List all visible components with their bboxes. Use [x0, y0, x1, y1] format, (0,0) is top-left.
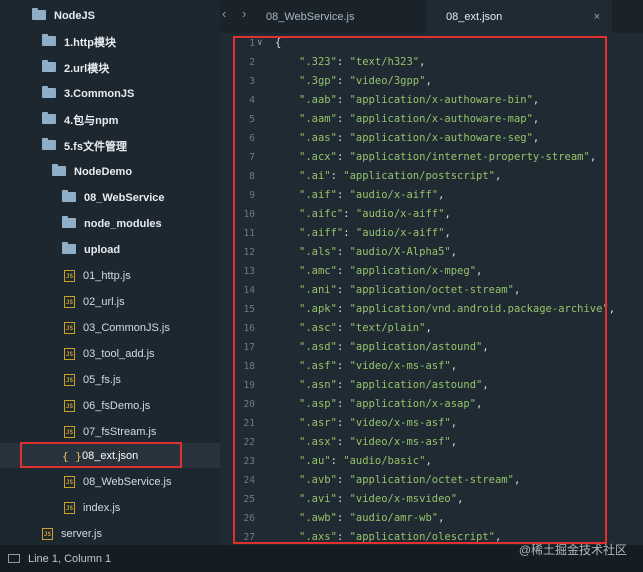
js-file-icon: JS — [64, 296, 75, 308]
watermark: @稀土掘金技术社区 — [518, 543, 627, 557]
tree-folder-http[interactable]: 1.http模块 — [0, 29, 220, 55]
folder-icon — [52, 164, 66, 176]
tree-item-label: 03_tool_add.js — [83, 348, 155, 360]
editor-highlight-box — [233, 36, 607, 544]
tree-file-index[interactable]: JS index.js — [0, 495, 220, 521]
folder-icon — [42, 34, 56, 46]
tree-item-label: 03_CommonJS.js — [83, 322, 170, 334]
tree-item-label: 02_url.js — [83, 296, 125, 308]
js-file-icon: JS — [64, 476, 75, 488]
file-tree-sidebar: NodeJS 1.http模块 2.url模块 3.CommonJS 4.包与n… — [0, 0, 220, 545]
tree-item-label: 5.fs文件管理 — [64, 141, 127, 153]
tree-file-03-tool-add[interactable]: JS 03_tool_add.js — [0, 341, 220, 367]
tree-file-05-fs[interactable]: JS 05_fs.js — [0, 367, 220, 393]
js-file-icon: JS — [64, 322, 75, 334]
js-file-icon: JS — [64, 426, 75, 438]
tree-item-label: upload — [84, 244, 121, 256]
tree-file-02-url[interactable]: JS 02_url.js — [0, 289, 220, 315]
tree-file-03-commonjs[interactable]: JS 03_CommonJS.js — [0, 315, 220, 341]
tree-item-label: index.js — [83, 502, 121, 514]
tree-item-label: 4.包与npm — [64, 115, 119, 127]
folder-icon — [42, 60, 56, 72]
folder-icon — [42, 86, 56, 98]
tree-item-label: 2.url模块 — [64, 63, 110, 75]
tab-08-ext-json[interactable]: 08_ext.json × — [426, 0, 612, 33]
js-file-icon: JS — [64, 502, 75, 514]
tree-folder-fs[interactable]: 5.fs文件管理 — [0, 133, 220, 159]
tree-file-server[interactable]: JS server.js — [0, 521, 220, 545]
js-file-icon: JS — [42, 528, 53, 540]
js-file-icon: JS — [64, 400, 75, 412]
tree-file-06-fsdemo[interactable]: JS 06_fsDemo.js — [0, 393, 220, 419]
tree-folder-npm[interactable]: 4.包与npm — [0, 107, 220, 133]
js-file-icon: JS — [64, 374, 75, 386]
tree-folder-node-modules[interactable]: node_modules — [0, 211, 220, 237]
tree-item-label: NodeJS — [54, 10, 95, 22]
cursor-position: Line 1, Column 1 — [28, 552, 112, 565]
tree-item-label: NodeDemo — [74, 166, 133, 178]
tree-item-label: node_modules — [84, 218, 162, 230]
tab-label: 08_WebService.js — [266, 10, 355, 23]
folder-icon — [62, 216, 76, 228]
folder-icon — [42, 138, 56, 150]
tab-label: 08_ext.json — [446, 10, 503, 23]
tree-item-label: 1.http模块 — [64, 37, 116, 49]
tree-folder-webservice[interactable]: 08_WebService — [0, 185, 220, 211]
close-icon[interactable]: × — [594, 11, 600, 23]
tree-item-label: 08_WebService.js — [83, 476, 172, 488]
folder-icon — [42, 112, 56, 124]
panel-toggle-icon[interactable] — [8, 554, 20, 563]
tree-file-01-http[interactable]: JS 01_http.js — [0, 263, 220, 289]
tree-item-label: 08_WebService — [84, 192, 165, 204]
tree-folder-nodedemo[interactable]: NodeDemo — [0, 159, 220, 185]
tree-item-label: 05_fs.js — [83, 374, 121, 386]
tree-item-label: 01_http.js — [83, 270, 131, 282]
tree-folder-upload[interactable]: upload — [0, 237, 220, 263]
tab-08-webservice-js[interactable]: 08_WebService.js — [266, 0, 426, 33]
tree-folder-nodejs[interactable]: NodeJS — [0, 3, 220, 29]
js-file-icon: JS — [64, 348, 75, 360]
js-file-icon: JS — [64, 270, 75, 282]
folder-icon — [62, 242, 76, 254]
tab-nav-arrows[interactable]: ‹ › — [222, 6, 252, 21]
tree-item-label: server.js — [61, 528, 102, 540]
folder-icon — [62, 190, 76, 202]
tree-file-08-webservice[interactable]: JS 08_WebService.js — [0, 469, 220, 495]
tree-item-label: 06_fsDemo.js — [83, 400, 151, 412]
tree-item-label: 3.CommonJS — [64, 88, 135, 100]
tree-folder-commonjs[interactable]: 3.CommonJS — [0, 81, 220, 107]
tree-item-label: 07_fsStream.js — [83, 426, 157, 438]
folder-icon — [32, 8, 46, 20]
tree-folder-url[interactable]: 2.url模块 — [0, 55, 220, 81]
selection-highlight-box — [20, 442, 182, 468]
